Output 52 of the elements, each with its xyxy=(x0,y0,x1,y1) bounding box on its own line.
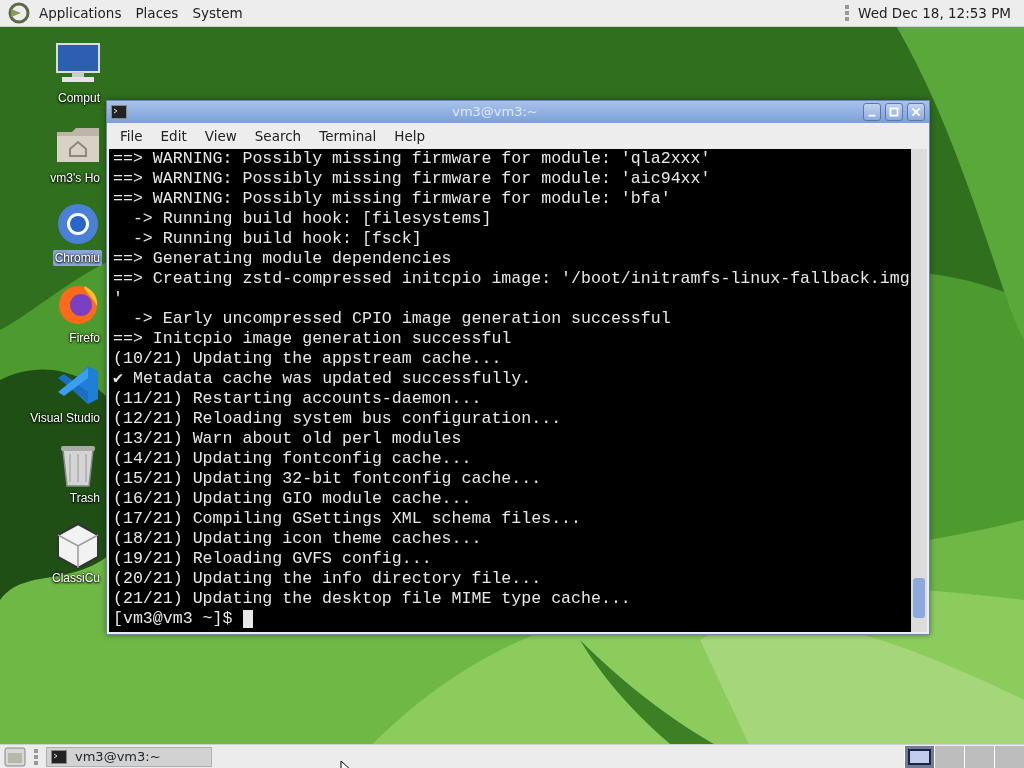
clock[interactable]: Wed Dec 18, 12:53 PM xyxy=(853,2,1016,24)
icon-label[interactable]: Trash xyxy=(67,490,102,506)
terminal-line: (19/21) Reloading GVFS config... xyxy=(113,549,433,569)
terminal-line: ==> Generating module dependencies xyxy=(113,249,453,269)
panel-handle-icon xyxy=(845,4,850,22)
menu-item[interactable]: Edit xyxy=(151,125,196,147)
menu-item[interactable]: View xyxy=(195,125,246,147)
icon-label[interactable]: Visual Studio xyxy=(28,410,102,426)
terminal-icon xyxy=(51,749,67,764)
terminal-line: ==> Creating zstd-compressed initcpio image: '/boot/initramfs-linux-fallback.img xyxy=(113,269,911,289)
taskbar-button[interactable]: vm3@vm3:~ xyxy=(46,746,212,767)
icon-label[interactable]: vm3's Ho xyxy=(48,170,102,186)
terminal-line: (16/21) Updating GIO module cache... xyxy=(113,489,473,509)
terminal-line: -> Running build hook: [fsck] xyxy=(131,229,423,249)
cube-icon[interactable] xyxy=(54,522,102,570)
panel-handle-icon xyxy=(34,747,38,766)
terminal-line: ==> WARNING: Possibly missing firmware for module: 'qla2xxx' xyxy=(113,149,712,169)
menu-item[interactable]: File xyxy=(111,125,152,147)
menu-item[interactable]: Places xyxy=(130,2,184,24)
menu-item[interactable]: System xyxy=(187,2,248,24)
menu-item[interactable]: Applications xyxy=(34,2,127,24)
terminal-line: (20/21) Updating the info directory file... xyxy=(113,569,543,589)
maximize-button[interactable] xyxy=(885,103,903,121)
terminal-line: (21/21) Updating the desktop file MIME type cache... xyxy=(113,589,632,609)
terminal-line: ==> WARNING: Possibly missing firmware for module: 'aic94xx' xyxy=(113,169,712,189)
menu-item[interactable]: Search xyxy=(245,125,311,147)
terminal-line: ==> Initcpio image generation successful xyxy=(113,329,513,349)
terminal-line: ==> WARNING: Possibly missing firmware for module: 'bfa' xyxy=(113,189,672,209)
scrollbar-thumb[interactable] xyxy=(913,578,925,618)
terminal-line: (10/21) Updating the appstream cache... xyxy=(113,349,503,369)
terminal-line: (12/21) Reloading system bus configuration... xyxy=(113,409,563,429)
workspace-button[interactable] xyxy=(904,745,934,768)
terminal-icon[interactable] xyxy=(111,105,127,119)
scrollbar[interactable] xyxy=(911,149,927,632)
terminal-line: (18/21) Updating icon theme caches... xyxy=(113,529,483,549)
terminal-line: ✔ Metadata cache was updated successfully. xyxy=(113,369,533,389)
icon-label[interactable]: Comput xyxy=(55,90,102,106)
window-title: vm3@vm3:~ xyxy=(451,103,539,122)
terminal-line: (11/21) Restarting accounts-daemon... xyxy=(113,389,483,409)
terminal-line: -> Early uncompressed CPIO image generation successful xyxy=(131,309,672,329)
text-cursor xyxy=(242,610,253,628)
shell-prompt: [vm3@vm3 ~]$ xyxy=(113,609,233,629)
terminal-line: -> Running build hook: [filesystems] xyxy=(131,209,493,229)
menu-item[interactable]: Terminal xyxy=(310,125,386,147)
minimize-button[interactable] xyxy=(863,103,881,121)
terminal-line: (17/21) Compiling GSettings XML schema files... xyxy=(113,509,583,529)
terminal-line: (13/21) Warn about old perl modules xyxy=(113,429,463,449)
terminal-line: (15/21) Updating 32-bit fontconfig cache... xyxy=(113,469,543,489)
terminal-line: (14/21) Updating fontconfig cache... xyxy=(113,449,473,469)
close-button[interactable] xyxy=(907,103,925,121)
terminal-line: ' xyxy=(113,289,124,309)
menu-item[interactable]: Help xyxy=(385,125,435,147)
